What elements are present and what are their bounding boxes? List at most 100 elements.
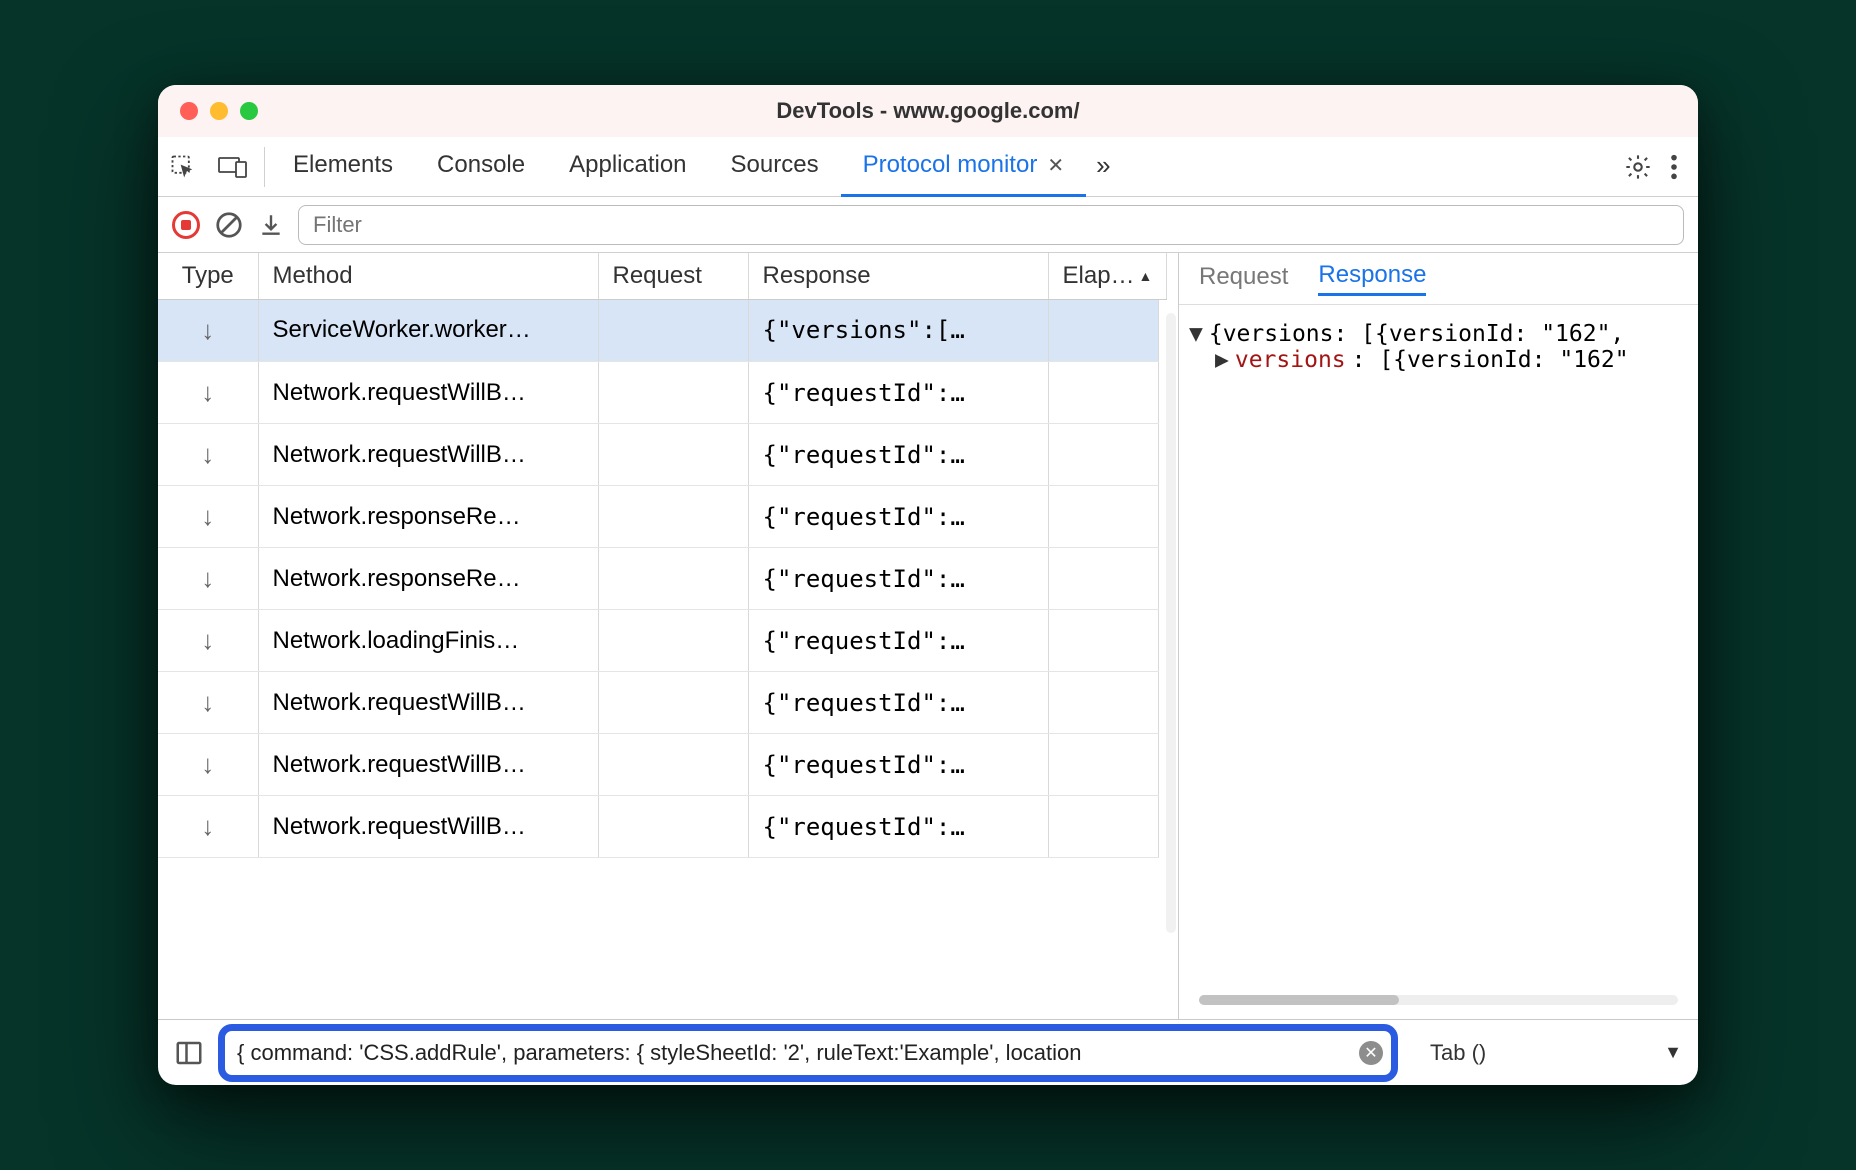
device-toolbar-icon[interactable] bbox=[208, 155, 258, 179]
table-row[interactable]: ↓Network.requestWillB…{"requestId":… bbox=[158, 672, 1158, 734]
cell-method: Network.responseRe… bbox=[258, 548, 598, 610]
scrollbar-thumb[interactable] bbox=[1199, 995, 1399, 1005]
cell-request bbox=[598, 672, 748, 734]
devtools-window: DevTools - www.google.com/ Elements Cons… bbox=[158, 85, 1698, 1085]
table-row[interactable]: ↓Network.loadingFinis…{"requestId":… bbox=[158, 610, 1158, 672]
arrow-down-icon: ↓ bbox=[201, 687, 214, 717]
column-header-method[interactable]: Method bbox=[258, 253, 598, 299]
table-scrollbar[interactable] bbox=[1166, 313, 1176, 933]
tab-label: Sources bbox=[731, 151, 819, 179]
main-tabbar: Elements Console Application Sources Pro… bbox=[158, 137, 1698, 197]
cell-elapsed bbox=[1048, 734, 1158, 796]
cell-response: {"versions":[… bbox=[748, 300, 1048, 362]
tab-label: Application bbox=[569, 151, 686, 179]
details-tab-response[interactable]: Response bbox=[1318, 261, 1426, 296]
window-title: DevTools - www.google.com/ bbox=[158, 98, 1698, 124]
cell-elapsed bbox=[1048, 486, 1158, 548]
tree-key: versions bbox=[1235, 347, 1346, 373]
column-header-type[interactable]: Type bbox=[158, 253, 258, 299]
cell-elapsed bbox=[1048, 796, 1158, 858]
tree-value: : [{versionId: "162" bbox=[1352, 347, 1629, 373]
tab-sources[interactable]: Sources bbox=[709, 137, 841, 197]
tab-console[interactable]: Console bbox=[415, 137, 547, 197]
details-panel: Request Response ▼ {versions: [{versionI… bbox=[1178, 253, 1698, 1019]
details-tab-request[interactable]: Request bbox=[1199, 263, 1288, 295]
table-row[interactable]: ↓ Network.requestWillB… {"requestId":… bbox=[158, 796, 1158, 858]
cell-request bbox=[598, 300, 748, 362]
tree-caret-collapsed-icon[interactable]: ▶ bbox=[1215, 347, 1229, 373]
column-header-response[interactable]: Response bbox=[748, 253, 1048, 299]
filter-input[interactable] bbox=[298, 205, 1684, 245]
command-input-text: { command: 'CSS.addRule', parameters: { … bbox=[237, 1040, 1082, 1066]
cell-response: {"requestId":… bbox=[748, 796, 1048, 858]
tree-caret-expanded-icon[interactable]: ▼ bbox=[1189, 321, 1203, 347]
clear-input-icon[interactable]: ✕ bbox=[1359, 1041, 1383, 1065]
cell-method: Network.requestWillB… bbox=[258, 424, 598, 486]
table-row[interactable]: ↓Network.requestWillB…{"requestId":… bbox=[158, 424, 1158, 486]
arrow-down-icon: ↓ bbox=[201, 811, 214, 841]
tree-root-text: {versions: [{versionId: "162", bbox=[1209, 321, 1624, 347]
cell-request bbox=[598, 486, 748, 548]
close-tab-icon[interactable]: ✕ bbox=[1047, 153, 1064, 178]
cell-response: {"requestId":… bbox=[748, 486, 1048, 548]
clear-log-icon[interactable] bbox=[214, 210, 244, 240]
cell-elapsed bbox=[1048, 362, 1158, 424]
arrow-down-icon: ↓ bbox=[201, 501, 214, 531]
cell-elapsed bbox=[1048, 424, 1158, 486]
cell-response: {"requestId":… bbox=[748, 548, 1048, 610]
cell-response: {"requestId":… bbox=[748, 362, 1048, 424]
cell-response: {"requestId":… bbox=[748, 734, 1048, 796]
command-bar: { command: 'CSS.addRule', parameters: { … bbox=[158, 1019, 1698, 1085]
column-header-elapsed[interactable]: Elap…▲ bbox=[1048, 253, 1167, 299]
show-drawer-icon[interactable] bbox=[174, 1038, 204, 1068]
content-area: Type Method Request Response Elap…▲ ↓Ser… bbox=[158, 253, 1698, 1019]
tab-application[interactable]: Application bbox=[547, 137, 708, 197]
tabs-overflow-button[interactable]: » bbox=[1086, 137, 1120, 197]
arrow-down-icon: ↓ bbox=[201, 749, 214, 779]
cell-method: Network.responseRe… bbox=[258, 486, 598, 548]
cell-elapsed bbox=[1048, 610, 1158, 672]
cell-method: Network.requestWillB… bbox=[258, 796, 598, 858]
tab-protocol-monitor[interactable]: Protocol monitor ✕ bbox=[841, 137, 1087, 197]
command-input[interactable]: { command: 'CSS.addRule', parameters: { … bbox=[218, 1024, 1398, 1082]
window-controls bbox=[180, 102, 258, 120]
table-row[interactable]: ↓ServiceWorker.worker…{"versions":[… bbox=[158, 300, 1158, 362]
tab-elements[interactable]: Elements bbox=[271, 137, 415, 197]
cell-method: Network.loadingFinis… bbox=[258, 610, 598, 672]
close-window-button[interactable] bbox=[180, 102, 198, 120]
table-row[interactable]: ↓ Network.responseRe… {"requestId":… bbox=[158, 486, 1158, 548]
table-row[interactable]: ↓ Network.requestWillB… {"requestId":… bbox=[158, 734, 1158, 796]
arrow-down-icon: ↓ bbox=[201, 315, 214, 345]
minimize-window-button[interactable] bbox=[210, 102, 228, 120]
titlebar: DevTools - www.google.com/ bbox=[158, 85, 1698, 137]
column-header-request[interactable]: Request bbox=[598, 253, 748, 299]
chevron-double-right-icon: » bbox=[1096, 150, 1110, 181]
cell-request bbox=[598, 362, 748, 424]
cell-elapsed bbox=[1048, 548, 1158, 610]
autocomplete-hint: Tab () bbox=[1430, 1040, 1486, 1066]
cell-request bbox=[598, 424, 748, 486]
arrow-down-icon: ↓ bbox=[201, 377, 214, 407]
tab-label: Protocol monitor bbox=[863, 151, 1038, 179]
sort-ascending-icon: ▲ bbox=[1139, 268, 1153, 284]
more-menu-icon[interactable] bbox=[1670, 153, 1678, 181]
arrow-down-icon: ↓ bbox=[201, 625, 214, 655]
dropdown-caret-icon[interactable]: ▼ bbox=[1664, 1042, 1682, 1063]
details-horizontal-scrollbar[interactable] bbox=[1199, 995, 1678, 1005]
cell-request bbox=[598, 734, 748, 796]
cell-request bbox=[598, 796, 748, 858]
save-log-icon[interactable] bbox=[258, 211, 284, 239]
inspect-element-icon[interactable] bbox=[158, 153, 208, 181]
cell-method: Network.requestWillB… bbox=[258, 734, 598, 796]
table-row[interactable]: ↓Network.responseRe…{"requestId":… bbox=[158, 548, 1158, 610]
details-tabs: Request Response bbox=[1179, 253, 1698, 305]
tab-label: Elements bbox=[293, 151, 393, 179]
cell-elapsed bbox=[1048, 672, 1158, 734]
zoom-window-button[interactable] bbox=[240, 102, 258, 120]
cell-elapsed bbox=[1048, 300, 1158, 362]
protocol-toolbar bbox=[158, 197, 1698, 253]
settings-gear-icon[interactable] bbox=[1624, 153, 1652, 181]
record-button[interactable] bbox=[172, 211, 200, 239]
arrow-down-icon: ↓ bbox=[201, 439, 214, 469]
table-row[interactable]: ↓Network.requestWillB…{"requestId":… bbox=[158, 362, 1158, 424]
